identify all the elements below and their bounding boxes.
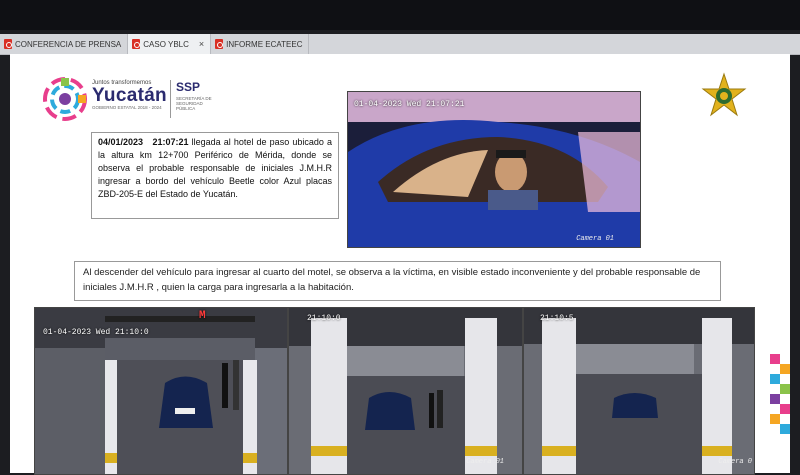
camera-label: Camera 01 xyxy=(466,458,504,466)
monitor-bezel xyxy=(0,0,800,30)
incident-time: 21:07:21 xyxy=(152,137,189,147)
presentation-slide: Juntos transformemos Yucatán GOBIERNO ES… xyxy=(10,54,790,475)
cctv-frame-1: 01-04-2023 Wed 21:10:0 M xyxy=(34,307,288,475)
tab-label: CONFERENCIA DE PRENSA xyxy=(15,39,122,49)
description-box: Al descender del vehículo para ingresar … xyxy=(74,261,721,301)
brand-block: Juntos transformemos Yucatán GOBIERNO ES… xyxy=(92,80,167,110)
agency-block: SSP SECRETARÍA DE SEGURIDAD PÚBLICA xyxy=(176,80,216,111)
pdf-icon xyxy=(4,39,12,49)
pdf-icon xyxy=(132,39,141,49)
tab-label: CASO YBLC xyxy=(143,39,189,49)
timestamp-overlay: 01-04-2023 Wed 21:07:21 xyxy=(354,100,465,109)
close-icon[interactable]: × xyxy=(199,39,204,49)
header-divider xyxy=(170,80,171,118)
yucatan-logo-icon xyxy=(43,77,87,121)
tab-caso-yblc[interactable]: CASO YBLC × xyxy=(128,34,212,54)
car-interior-image xyxy=(348,92,640,247)
tab-bar: CONFERENCIA DE PRENSA CASO YBLC × INFORM… xyxy=(0,34,800,55)
hallway-image-2 xyxy=(289,308,522,474)
agency-sub: SECRETARÍA DE SEGURIDAD PÚBLICA xyxy=(176,96,212,111)
camera-label: Camera 01 xyxy=(576,235,614,243)
timestamp-overlay: 01-04-2023 Wed 21:10:0 xyxy=(43,328,149,337)
cctv-frame-2: 21:10:0 Camera 01 xyxy=(288,307,523,475)
decorative-squares xyxy=(770,354,790,434)
tab-conferencia[interactable]: CONFERENCIA DE PRENSA xyxy=(0,34,129,54)
cctv-frame-main: 01-04-2023 Wed 21:07:21 Camera 01 xyxy=(347,91,641,248)
tab-informe-ecateec[interactable]: INFORME ECATEEC xyxy=(211,34,310,54)
brand-name: Yucatán xyxy=(92,85,167,106)
brand-gov: GOBIERNO ESTATAL 2018 - 2024 xyxy=(92,105,162,110)
agency-name: SSP xyxy=(176,80,201,94)
room-sign: M xyxy=(199,310,206,322)
timestamp-overlay: 21:10:0 xyxy=(307,314,341,323)
incident-date: 04/01/2023 xyxy=(98,137,144,147)
pdf-icon xyxy=(215,39,224,49)
hallway-image-3 xyxy=(524,308,754,474)
police-badge-icon xyxy=(701,72,747,117)
cctv-frame-3: 21:10:5 Camera 0 xyxy=(523,307,755,475)
incident-box: 04/01/2023 21:07:21 llegada al hotel de … xyxy=(91,132,339,219)
timestamp-overlay: 21:10:5 xyxy=(540,314,574,323)
tab-label: INFORME ECATEEC xyxy=(226,39,303,49)
